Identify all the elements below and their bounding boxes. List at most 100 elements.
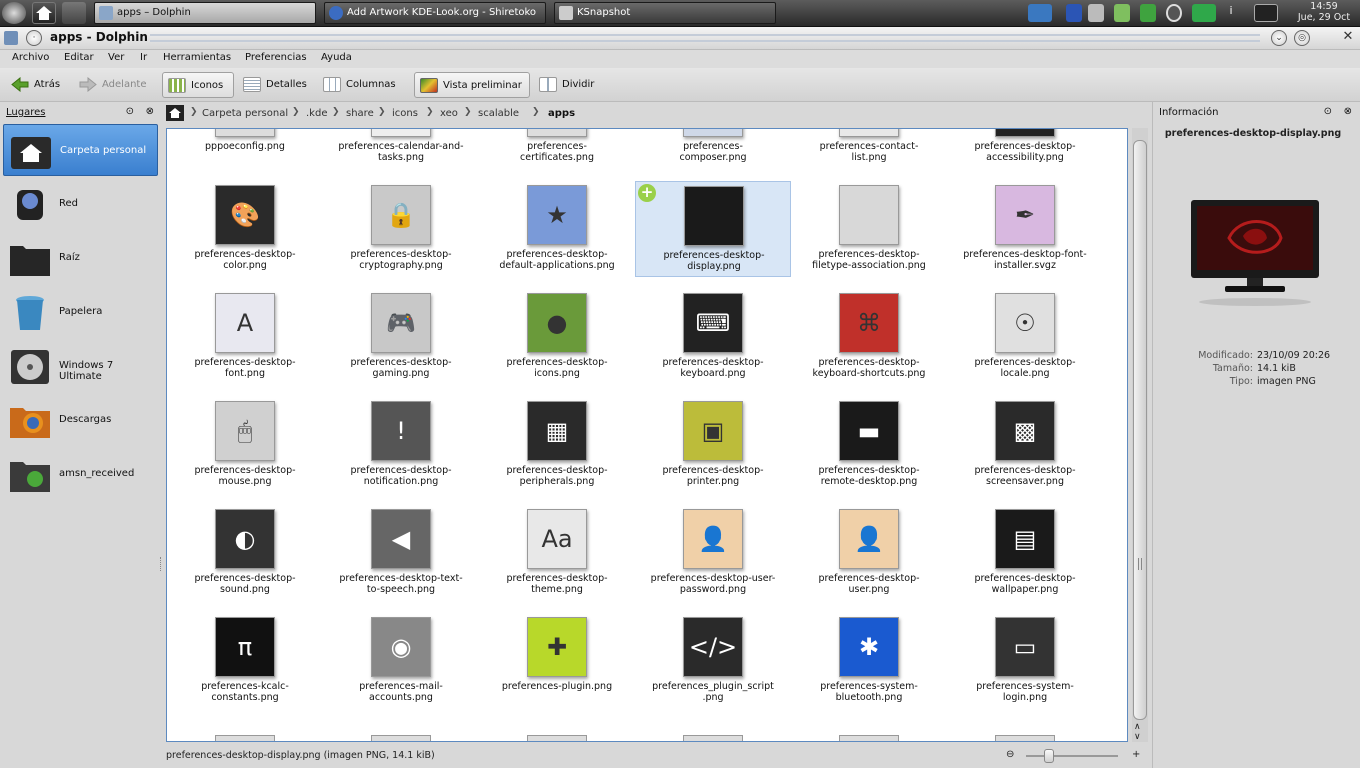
file-item[interactable]: 🖱 preferences-desktop- mouse.png bbox=[167, 397, 323, 493]
file-item[interactable]: 👤 preferences-desktop-user- password.png bbox=[635, 505, 791, 601]
volume-icon[interactable] bbox=[1088, 4, 1104, 22]
menu-ayuda[interactable]: Ayuda bbox=[321, 52, 352, 63]
crumb-apps[interactable]: apps bbox=[548, 108, 575, 119]
file-item[interactable]: ● preferences-desktop- icons.png bbox=[479, 289, 635, 385]
menu-herramientas[interactable]: Herramientas bbox=[163, 52, 231, 63]
file-item[interactable]: preferences-desktop- accessibility.png bbox=[947, 129, 1103, 169]
scroll-down-icon[interactable]: ∨ bbox=[1134, 732, 1141, 742]
place-red[interactable]: Red bbox=[3, 178, 158, 230]
file-item[interactable]: ▦ preferences-desktop- peripherals.png bbox=[479, 397, 635, 493]
file-item[interactable]: preferences-desktop- display.png + bbox=[635, 181, 791, 277]
user-icon[interactable] bbox=[1192, 4, 1216, 22]
monitor-icon[interactable] bbox=[1028, 4, 1052, 22]
zoom-out-icon[interactable]: ⊖ bbox=[1006, 749, 1014, 760]
menu-ver[interactable]: Ver bbox=[108, 52, 124, 63]
info-icon[interactable]: i bbox=[1226, 4, 1236, 22]
scroll-up-icon[interactable]: ∧ bbox=[1134, 722, 1141, 732]
menu-ir[interactable]: Ir bbox=[140, 52, 147, 63]
menu-editar[interactable]: Editar bbox=[64, 52, 94, 63]
wifi-icon[interactable] bbox=[1140, 4, 1156, 22]
battery-icon[interactable] bbox=[1114, 4, 1130, 22]
place-carpeta-personal[interactable]: Carpeta personal bbox=[3, 124, 158, 176]
file-item[interactable]: ✒ preferences-desktop-font- installer.svg… bbox=[947, 181, 1103, 277]
close-panel-icon[interactable]: ⊗ bbox=[146, 106, 154, 117]
view-icons-button[interactable]: Iconos bbox=[162, 72, 234, 98]
forward-button[interactable]: Adelante bbox=[74, 72, 146, 98]
file-item[interactable]: π preferences-kcalc- constants.png bbox=[167, 613, 323, 709]
file-item[interactable]: ▣ preferences-desktop- printer.png bbox=[635, 397, 791, 493]
task-ksnapshot[interactable]: KSnapshot bbox=[554, 2, 776, 24]
scrollbar-thumb[interactable] bbox=[1133, 140, 1147, 720]
file-item[interactable]: preferences- composer.png bbox=[635, 129, 791, 169]
crumb-kde[interactable]: .kde bbox=[306, 108, 327, 119]
zoom-slider-handle[interactable] bbox=[1044, 749, 1054, 763]
place-amsn-received[interactable]: amsn_received bbox=[3, 448, 158, 500]
bluetooth-icon[interactable] bbox=[1066, 4, 1082, 22]
menu-preferencias[interactable]: Preferencias bbox=[245, 52, 307, 63]
file-item[interactable]: preferences-contact- list.png bbox=[791, 129, 947, 169]
pin-icon[interactable]: · bbox=[26, 30, 42, 46]
close-button[interactable]: ✕ bbox=[1340, 30, 1356, 46]
zoom-slider[interactable] bbox=[1026, 755, 1118, 757]
task-firefox[interactable]: Add Artwork KDE-Look.org - Shiretoko bbox=[324, 2, 546, 24]
file-item[interactable]: ◐ preferences-desktop- sound.png bbox=[167, 505, 323, 601]
dvd-icon[interactable] bbox=[1254, 4, 1278, 22]
crumb-share[interactable]: share bbox=[346, 108, 374, 119]
task-dolphin[interactable]: apps – Dolphin bbox=[94, 2, 316, 24]
preview-button[interactable]: Vista preliminar bbox=[414, 72, 530, 98]
file-item[interactable]: ☉ preferences-desktop- locale.png bbox=[947, 289, 1103, 385]
file-item[interactable]: ⌨ preferences-desktop- keyboard.png bbox=[635, 289, 791, 385]
breadcrumb-home-icon[interactable] bbox=[166, 105, 184, 121]
file-item[interactable]: 👤 preferences-desktop- user.png bbox=[791, 505, 947, 601]
menu-archivo[interactable]: Archivo bbox=[12, 52, 49, 63]
place-papelera[interactable]: Papelera bbox=[3, 286, 158, 338]
file-item[interactable]: ★ preferences-desktop- default-applicatio… bbox=[479, 181, 635, 277]
file-item[interactable]: 🎮 preferences-desktop- gaming.png bbox=[323, 289, 479, 385]
place-windows7[interactable]: Windows 7 Ultimate bbox=[3, 340, 158, 392]
view-columns-button[interactable]: Columnas bbox=[318, 72, 396, 98]
file-item[interactable]: preferences-desktop- filetype-associatio… bbox=[791, 181, 947, 277]
crumb-xeo[interactable]: xeo bbox=[440, 108, 458, 119]
place-descargas[interactable]: Descargas bbox=[3, 394, 158, 446]
float-icon[interactable]: ⊙ bbox=[126, 106, 134, 117]
maximize-button[interactable]: ◎ bbox=[1294, 30, 1310, 46]
crumb-carpeta-personal[interactable]: Carpeta personal bbox=[202, 108, 288, 119]
file-item[interactable]: ⌘ preferences-desktop- keyboard-shortcuts… bbox=[791, 289, 947, 385]
file-item[interactable]: ▬ preferences-desktop- remote-desktop.png bbox=[791, 397, 947, 493]
file-item[interactable]: preferences- certificates.png bbox=[479, 129, 635, 169]
file-item[interactable]: ◀ preferences-desktop-text- to-speech.png bbox=[323, 505, 479, 601]
file-item[interactable]: ✚ preferences-plugin.png bbox=[479, 613, 635, 709]
crumb-icons[interactable]: icons bbox=[392, 108, 418, 119]
zoom-in-icon[interactable]: + bbox=[1132, 749, 1140, 760]
network-icon[interactable] bbox=[1166, 4, 1182, 22]
show-desktop-icon[interactable] bbox=[62, 2, 86, 24]
file-item[interactable]: ▭ preferences-system- login.png bbox=[947, 613, 1103, 709]
close-panel-icon[interactable]: ⊗ bbox=[1344, 106, 1352, 117]
file-item[interactable]: Aa preferences-desktop- theme.png bbox=[479, 505, 635, 601]
file-item[interactable]: 🔒 preferences-desktop- cryptography.png bbox=[323, 181, 479, 277]
crumb-scalable[interactable]: scalable bbox=[478, 108, 519, 119]
float-icon[interactable]: ⊙ bbox=[1324, 106, 1332, 117]
clock[interactable]: 14:59 Jue, 29 Oct bbox=[1294, 1, 1354, 23]
file-item[interactable]: preferences-calendar-and- tasks.png bbox=[323, 129, 479, 169]
window-menu-icon[interactable] bbox=[4, 31, 18, 45]
file-item[interactable]: 🎨 preferences-desktop- color.png bbox=[167, 181, 323, 277]
place-raiz[interactable]: Raíz bbox=[3, 232, 158, 284]
home-icon[interactable] bbox=[32, 2, 56, 24]
window-titlebar[interactable]: · apps - Dolphin ⌄ ◎ ✕ bbox=[0, 27, 1360, 50]
file-view[interactable]: pppoeconfig.png preferences-calendar-and-… bbox=[166, 128, 1128, 742]
file-item[interactable]: ◉ preferences-mail- accounts.png bbox=[323, 613, 479, 709]
split-button[interactable]: Dividir bbox=[534, 72, 594, 98]
add-selection-icon[interactable]: + bbox=[638, 184, 656, 202]
file-item[interactable]: pppoeconfig.png bbox=[167, 129, 323, 169]
file-item[interactable]: </> preferences_plugin_script .png bbox=[635, 613, 791, 709]
splitter-handle[interactable] bbox=[160, 557, 162, 571]
vertical-scrollbar[interactable]: ∧ ∨ bbox=[1132, 128, 1148, 742]
file-item[interactable]: ✱ preferences-system- bluetooth.png bbox=[791, 613, 947, 709]
file-item[interactable]: Apreferences-desktop- font.png bbox=[167, 289, 323, 385]
file-item[interactable]: ▩ preferences-desktop- screensaver.png bbox=[947, 397, 1103, 493]
back-button[interactable]: Atrás bbox=[6, 72, 60, 98]
view-details-button[interactable]: Detalles bbox=[238, 72, 307, 98]
kde-menu-icon[interactable] bbox=[2, 2, 26, 24]
minimize-button[interactable]: ⌄ bbox=[1271, 30, 1287, 46]
